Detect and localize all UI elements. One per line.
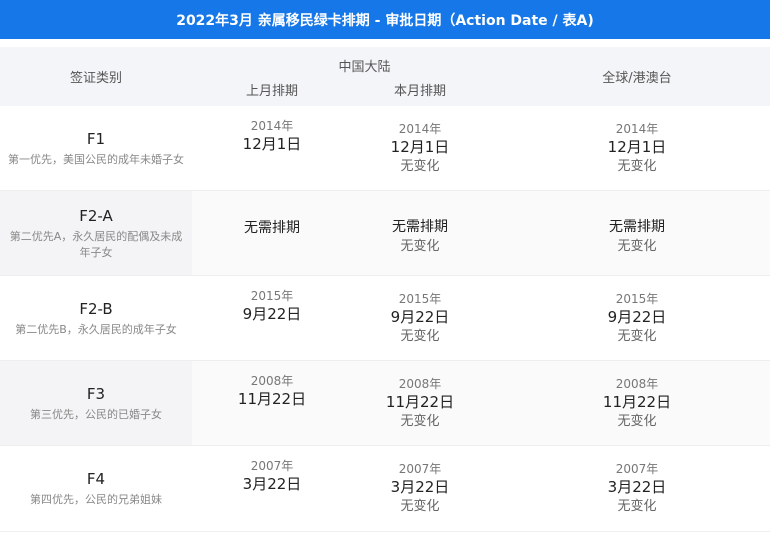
this-month-cell: 2015年 9月22日 无变化 bbox=[340, 276, 500, 361]
table-title: 2022年3月 亲属移民绿卡排期 - 审批日期（Action Date / 表A… bbox=[0, 0, 770, 39]
global-date: 9月22日 bbox=[607, 307, 667, 326]
this-month-change: 无变化 bbox=[400, 239, 440, 254]
table-row-f3: F3 第三优先，公民的已婚子女 2008年 11月22日 2008年 11月22… bbox=[0, 361, 770, 446]
category-code: F1 bbox=[86, 130, 106, 148]
row-divider bbox=[0, 531, 770, 532]
category-description: 第二优先A，永久居民的配偶及未成年子女 bbox=[9, 230, 183, 259]
this-month-change: 无变化 bbox=[400, 498, 440, 514]
global-cell: 2008年 11月22日 无变化 bbox=[537, 361, 737, 446]
global-change: 无变化 bbox=[617, 413, 657, 429]
category-cell: F2-B 第二优先B，永久居民的成年子女 bbox=[0, 276, 192, 361]
global-year: 2007年 bbox=[615, 461, 659, 476]
category-code: F3 bbox=[86, 385, 106, 403]
this-month-change: 无变化 bbox=[400, 158, 440, 174]
category-description: 第二优先B，永久居民的成年子女 bbox=[15, 323, 177, 336]
global-cell: 2015年 9月22日 无变化 bbox=[537, 276, 737, 361]
category-cell: F4 第四优先，公民的兄弟姐妹 bbox=[0, 446, 192, 531]
this-month-date: 9月22日 bbox=[390, 307, 450, 326]
category-code: F2-B bbox=[79, 300, 113, 318]
category-description: 第一优先，美国公民的成年未婚子女 bbox=[8, 153, 184, 166]
this-month-year: 2014年 bbox=[398, 121, 442, 136]
global-change: 无变化 bbox=[617, 239, 657, 254]
category-code: F4 bbox=[86, 470, 106, 488]
global-year: 2008年 bbox=[615, 376, 659, 391]
global-date: 12月1日 bbox=[607, 137, 667, 156]
this-month-cell: 2008年 11月22日 无变化 bbox=[340, 361, 500, 446]
last-month-year: 2015年 bbox=[250, 289, 294, 303]
header-last-month: 上月排期 bbox=[245, 84, 298, 99]
category-cell: F2-A 第二优先A，永久居民的配偶及未成年子女 bbox=[0, 191, 192, 276]
global-year: 2014年 bbox=[615, 121, 659, 136]
global-change: 无变化 bbox=[617, 328, 657, 344]
table-row-f1: F1 第一优先，美国公民的成年未婚子女 2014年 12月1日 2014年 12… bbox=[0, 106, 770, 191]
category-description: 第四优先，公民的兄弟姐妹 bbox=[30, 493, 162, 506]
global-date: 3月22日 bbox=[607, 477, 667, 496]
global-cell: 无需排期 无变化 bbox=[537, 191, 737, 276]
this-month-cell: 无需排期 无变化 bbox=[340, 191, 500, 276]
header-this-month: 本月排期 bbox=[393, 84, 446, 99]
category-code: F2-A bbox=[79, 207, 113, 225]
table-row-f2b: F2-B 第二优先B，永久居民的成年子女 2015年 9月22日 2015年 9… bbox=[0, 276, 770, 361]
this-month-date: 3月22日 bbox=[390, 477, 450, 496]
global-status: 无需排期 bbox=[609, 219, 665, 235]
last-month-status: 无需排期 bbox=[244, 220, 300, 236]
last-month-year: 2008年 bbox=[250, 374, 294, 388]
last-month-cell: 2007年 3月22日 bbox=[192, 446, 352, 531]
last-month-date: 11月22日 bbox=[237, 390, 307, 408]
title-gap bbox=[0, 39, 770, 47]
this-month-cell: 2007年 3月22日 无变化 bbox=[340, 446, 500, 531]
header-category: 签证类别 bbox=[69, 71, 122, 86]
last-month-date: 9月22日 bbox=[242, 305, 302, 323]
global-year: 2015年 bbox=[615, 291, 659, 306]
this-month-change: 无变化 bbox=[400, 328, 440, 344]
table-row-f2a: F2-A 第二优先A，永久居民的配偶及未成年子女 无需排期 无需排期 无变化 无… bbox=[0, 191, 770, 276]
header-mainland-group: 中国大陆 bbox=[338, 60, 391, 75]
last-month-cell: 无需排期 bbox=[192, 191, 352, 276]
global-change: 无变化 bbox=[617, 158, 657, 174]
table-row-f4: F4 第四优先，公民的兄弟姐妹 2007年 3月22日 2007年 3月22日 … bbox=[0, 446, 770, 531]
last-month-date: 12月1日 bbox=[242, 135, 302, 153]
global-date: 11月22日 bbox=[602, 392, 672, 411]
last-month-cell: 2015年 9月22日 bbox=[192, 276, 352, 361]
last-month-cell: 2014年 12月1日 bbox=[192, 106, 352, 191]
last-month-year: 2014年 bbox=[250, 119, 294, 133]
global-change: 无变化 bbox=[617, 498, 657, 514]
category-cell: F3 第三优先，公民的已婚子女 bbox=[0, 361, 192, 446]
this-month-change: 无变化 bbox=[400, 413, 440, 429]
category-cell: F1 第一优先，美国公民的成年未婚子女 bbox=[0, 106, 192, 191]
last-month-year: 2007年 bbox=[250, 459, 294, 473]
this-month-year: 2015年 bbox=[398, 291, 442, 306]
this-month-year: 2007年 bbox=[398, 461, 442, 476]
last-month-cell: 2008年 11月22日 bbox=[192, 361, 352, 446]
this-month-cell: 2014年 12月1日 无变化 bbox=[340, 106, 500, 191]
category-description: 第三优先，公民的已婚子女 bbox=[30, 408, 162, 421]
this-month-date: 11月22日 bbox=[385, 392, 455, 411]
table-header: 签证类别 中国大陆 上月排期 本月排期 全球/港澳台 bbox=[0, 47, 770, 106]
global-cell: 2007年 3月22日 无变化 bbox=[537, 446, 737, 531]
this-month-date: 12月1日 bbox=[390, 137, 450, 156]
last-month-date: 3月22日 bbox=[242, 475, 302, 493]
header-global: 全球/港澳台 bbox=[602, 71, 672, 86]
this-month-year: 2008年 bbox=[398, 376, 442, 391]
this-month-status: 无需排期 bbox=[392, 219, 448, 235]
global-cell: 2014年 12月1日 无变化 bbox=[537, 106, 737, 191]
